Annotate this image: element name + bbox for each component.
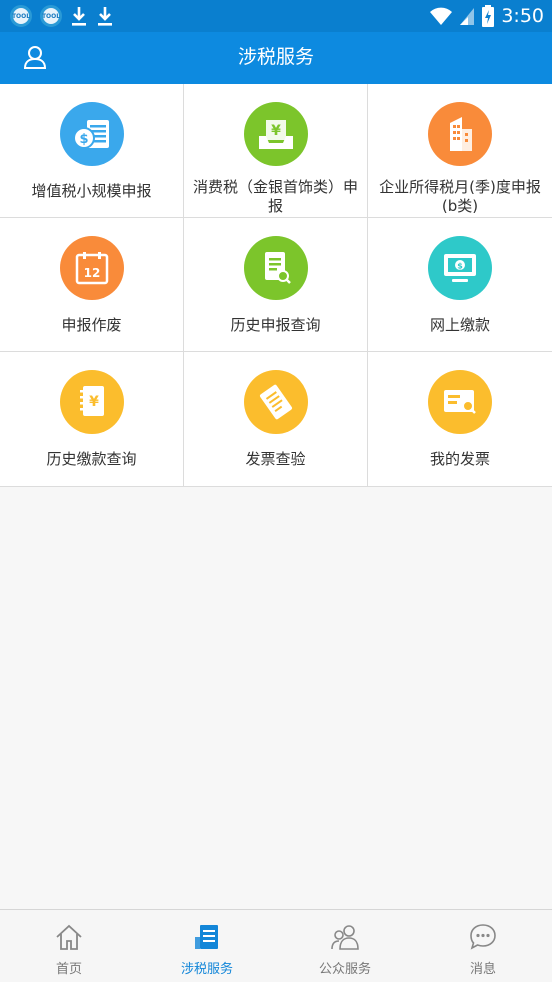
service-label: 网上缴款 [429, 316, 490, 334]
wifi-icon [430, 7, 453, 25]
chat-icon [470, 924, 496, 950]
tab-label: 公众服务 [318, 962, 371, 977]
service-label: 申报作废 [61, 316, 122, 334]
users-icon [331, 925, 359, 950]
status-bar-system: 3:50 [429, 3, 544, 29]
tab-public-services[interactable]: 公众服务 [276, 910, 414, 982]
service-label: 发票查验 [245, 450, 306, 468]
svg-text:¥: ¥ [271, 123, 281, 139]
app-notification-icon: TOOL [40, 5, 62, 27]
battery-icon [482, 5, 495, 27]
svg-text:$: $ [457, 262, 463, 271]
card-search-icon [428, 370, 492, 434]
service-online-payment[interactable]: $ 网上缴款 [368, 218, 552, 352]
svg-text:$: $ [79, 132, 88, 147]
tab-home[interactable]: 首页 [0, 910, 138, 982]
document-search-icon [243, 236, 308, 300]
document-icon [195, 925, 218, 949]
svg-text:¥: ¥ [89, 394, 99, 410]
service-vat-small-scale[interactable]: $ 增值税小规模申报 [0, 84, 184, 218]
service-label: 企业所得税月(季)度申报(b类) [379, 178, 541, 215]
service-label: 消费税（金银首饰类）申报 [192, 178, 358, 215]
yen-notebook-icon: ¥ [59, 370, 124, 434]
service-label: 增值税小规模申报 [31, 182, 152, 200]
status-bar: TOOL TOOL 3:50 [0, 0, 552, 32]
status-bar-notifications: TOOL TOOL [10, 4, 114, 28]
service-grid: $ 增值税小规模申报 ¥ 消费税（金银首饰类）申报 企业所得税月(季)度申报(b… [0, 84, 552, 487]
building-icon [428, 102, 492, 166]
signal-icon [460, 8, 475, 25]
service-consumption-tax-jewelry[interactable]: ¥ 消费税（金银首饰类）申报 [184, 84, 368, 218]
ticket-icon [243, 370, 308, 434]
service-invoice-verification[interactable]: 发票查验 [184, 352, 368, 486]
calendar-icon: 12 [59, 236, 124, 300]
service-corporate-income-tax[interactable]: 企业所得税月(季)度申报(b类) [368, 84, 552, 218]
tab-messages[interactable]: 消息 [414, 910, 552, 982]
money-stack-icon: $ [59, 102, 124, 166]
page-title: 涉税服务 [237, 46, 314, 68]
download-icon [98, 7, 112, 26]
tab-tax-services[interactable]: 涉税服务 [138, 910, 276, 982]
tab-label: 首页 [55, 962, 82, 977]
tab-label: 涉税服务 [180, 962, 233, 977]
status-time: 3:50 [501, 5, 544, 27]
svg-text:12: 12 [83, 266, 100, 280]
service-label: 我的发票 [429, 450, 490, 468]
service-label: 历史缴款查询 [46, 450, 137, 468]
service-label: 历史申报查询 [230, 316, 321, 334]
home-icon [56, 924, 82, 950]
service-history-declaration-query[interactable]: 历史申报查询 [184, 218, 368, 352]
service-history-payment-query[interactable]: ¥ 历史缴款查询 [0, 352, 184, 486]
bottom-tab-bar: 首页 涉税服务 公众服务 消息 [0, 909, 552, 982]
monitor-payment-icon: $ [428, 236, 492, 300]
app-notification-icon: TOOL [10, 5, 32, 27]
download-icon [72, 7, 86, 26]
service-my-invoices[interactable]: 我的发票 [368, 352, 552, 486]
yen-tray-icon: ¥ [243, 102, 308, 166]
tab-label: 消息 [469, 962, 496, 977]
header-bar: 涉税服务 [0, 32, 552, 84]
service-declaration-void[interactable]: 12 申报作废 [0, 218, 184, 352]
